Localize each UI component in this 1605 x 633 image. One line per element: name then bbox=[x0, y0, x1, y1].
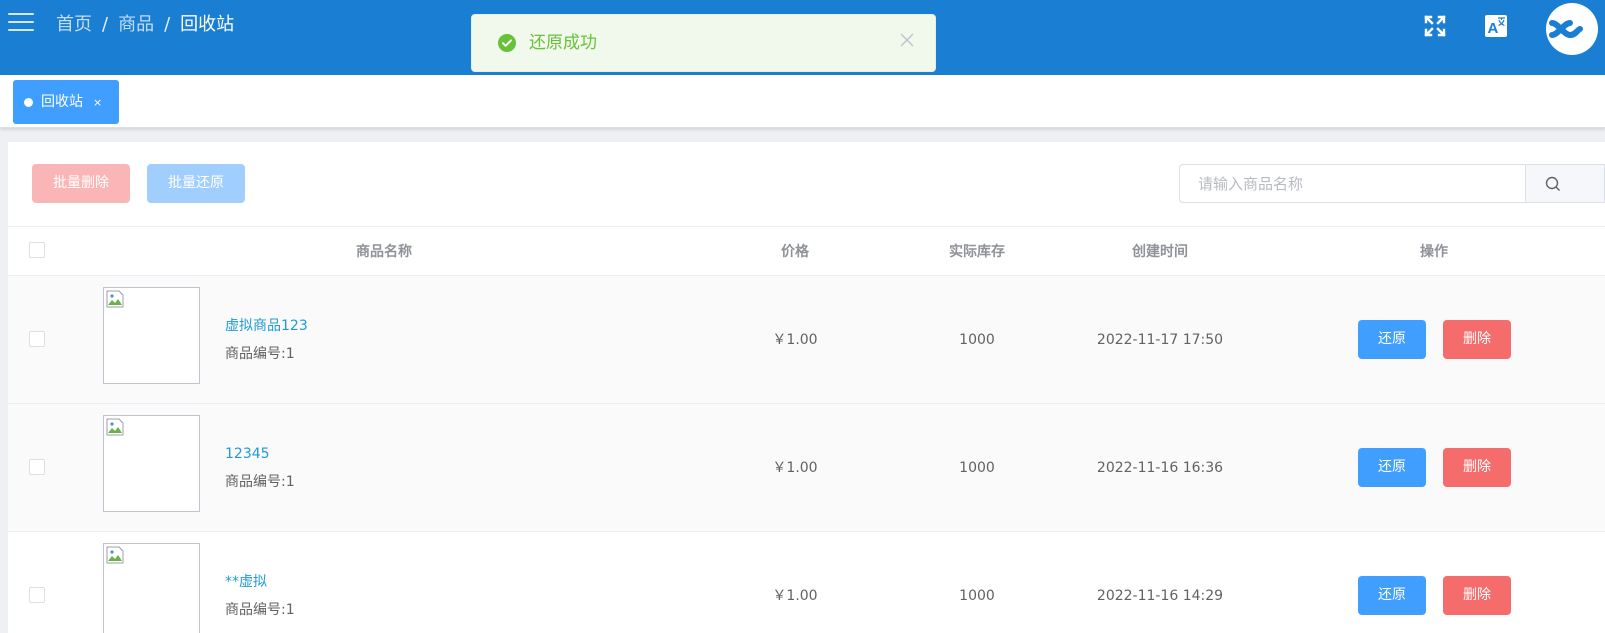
table-row: **虚拟 商品编号:1 ￥1.00 1000 2022-11-16 14:29 … bbox=[8, 532, 1605, 633]
menu-icon[interactable] bbox=[8, 13, 34, 35]
broken-image-icon bbox=[103, 543, 200, 633]
broken-image-icon bbox=[103, 287, 200, 384]
product-code: 商品编号:1 bbox=[225, 602, 295, 618]
tag-recycle-bin[interactable]: 回收站 × bbox=[13, 80, 119, 124]
delete-button[interactable]: 删除 bbox=[1443, 320, 1511, 359]
stock-cell: 1000 bbox=[959, 332, 995, 348]
column-header-actions: 操作 bbox=[1420, 244, 1448, 260]
broken-image-icon bbox=[103, 415, 200, 512]
breadcrumb-goods[interactable]: 商品 bbox=[118, 14, 154, 35]
product-name-link[interactable]: **虚拟 bbox=[225, 572, 267, 592]
row-checkbox[interactable] bbox=[29, 331, 45, 347]
close-icon[interactable] bbox=[899, 32, 915, 48]
row-checkbox[interactable] bbox=[29, 587, 45, 603]
stock-cell: 1000 bbox=[959, 460, 995, 476]
delete-button[interactable]: 删除 bbox=[1443, 448, 1511, 487]
breadcrumb-home[interactable]: 首页 bbox=[56, 14, 92, 35]
search-button[interactable] bbox=[1525, 164, 1605, 203]
svg-text:A: A bbox=[1488, 20, 1499, 37]
column-header-name: 商品名称 bbox=[356, 244, 412, 260]
search-icon bbox=[1545, 176, 1560, 191]
table-row: 12345 商品编号:1 ￥1.00 1000 2022-11-16 16:36… bbox=[8, 404, 1605, 532]
column-header-created: 创建时间 bbox=[1132, 244, 1188, 260]
success-toast: 还原成功 bbox=[471, 14, 936, 72]
batch-restore-button[interactable]: 批量还原 bbox=[147, 164, 245, 203]
product-name-link[interactable]: 虚拟商品123 bbox=[225, 316, 308, 336]
select-all-checkbox[interactable] bbox=[29, 242, 45, 258]
table-header: 商品名称 价格 实际库存 创建时间 操作 bbox=[8, 226, 1605, 276]
price-cell: ￥1.00 bbox=[772, 588, 818, 604]
check-circle-icon bbox=[498, 34, 516, 52]
breadcrumb-separator: / bbox=[102, 14, 109, 35]
price-cell: ￥1.00 bbox=[772, 460, 818, 476]
batch-delete-button[interactable]: 批量删除 bbox=[32, 164, 130, 203]
tag-label: 回收站 bbox=[41, 94, 83, 110]
tag-close-icon[interactable]: × bbox=[93, 96, 102, 110]
restore-button[interactable]: 还原 bbox=[1358, 320, 1426, 359]
product-code: 商品编号:1 bbox=[225, 474, 295, 490]
translate-icon[interactable]: A bbox=[1484, 14, 1508, 38]
table-row: 虚拟商品123 商品编号:1 ￥1.00 1000 2022-11-17 17:… bbox=[8, 276, 1605, 404]
price-cell: ￥1.00 bbox=[772, 332, 818, 348]
breadcrumb-separator: / bbox=[164, 14, 171, 35]
row-checkbox[interactable] bbox=[29, 459, 45, 475]
created-time-cell: 2022-11-16 16:36 bbox=[1096, 460, 1224, 476]
avatar[interactable] bbox=[1546, 3, 1598, 55]
delete-button[interactable]: 删除 bbox=[1443, 576, 1511, 615]
goods-table: 商品名称 价格 实际库存 创建时间 操作 虚拟商品123 商品编号:1 ￥1.0… bbox=[8, 226, 1605, 633]
fullscreen-icon[interactable] bbox=[1423, 14, 1447, 38]
product-name-link[interactable]: 12345 bbox=[225, 444, 270, 464]
active-dot-icon bbox=[24, 98, 33, 107]
main-card: 批量删除 批量还原 商品名称 价格 实际库存 创建时间 操作 虚拟商品123 商… bbox=[8, 142, 1605, 633]
tags-bar: 回收站 × bbox=[0, 75, 1605, 128]
column-header-price: 价格 bbox=[781, 244, 809, 260]
toast-message: 还原成功 bbox=[529, 33, 597, 53]
restore-button[interactable]: 还原 bbox=[1358, 576, 1426, 615]
breadcrumb-current: 回收站 bbox=[180, 14, 235, 35]
created-time-cell: 2022-11-16 14:29 bbox=[1096, 588, 1224, 604]
breadcrumb: 首页 / 商品 / 回收站 bbox=[56, 13, 234, 37]
column-header-stock: 实际库存 bbox=[949, 244, 1005, 260]
created-time-cell: 2022-11-17 17:50 bbox=[1096, 332, 1224, 348]
stock-cell: 1000 bbox=[959, 588, 995, 604]
search-input[interactable] bbox=[1179, 164, 1526, 203]
restore-button[interactable]: 还原 bbox=[1358, 448, 1426, 487]
product-code: 商品编号:1 bbox=[225, 346, 295, 362]
